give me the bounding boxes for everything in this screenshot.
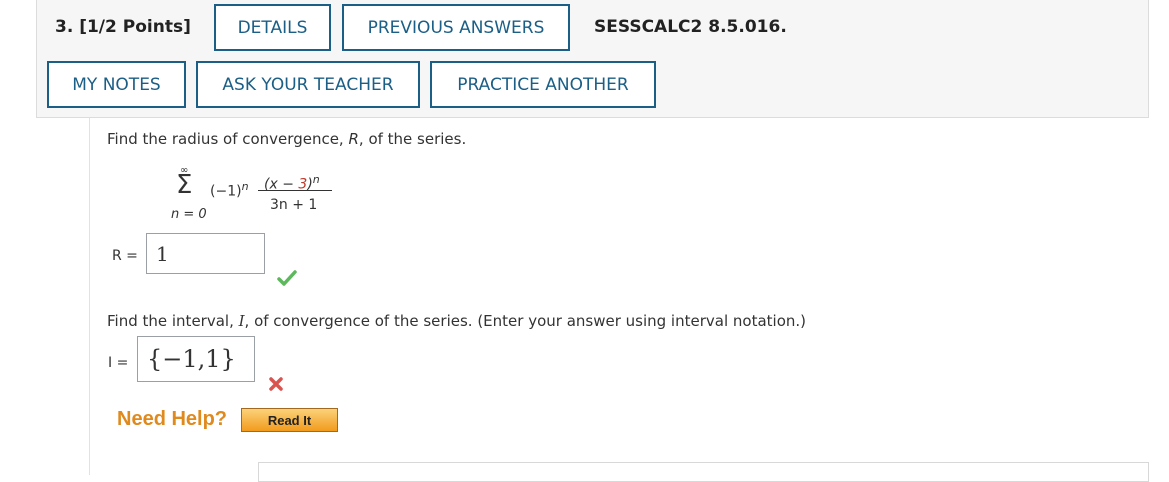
part2-prompt: Find the interval, I, of convergence of … [107,312,806,330]
problem-code: SESSCALC2 8.5.016. [594,17,787,37]
incorrect-x-icon [269,377,283,391]
series-factor: (−1)n [210,180,249,200]
interval-label: I = [108,355,129,371]
my-notes-button[interactable]: MY NOTES [47,61,186,108]
next-section-box [258,462,1149,482]
fraction-bar [258,190,332,191]
sigma-symbol: Σ [176,170,193,200]
radius-label: R = [112,248,138,264]
interval-answer-input[interactable]: {−1,1} [137,336,255,382]
need-help-label: Need Help? [117,408,228,430]
ask-your-teacher-button[interactable]: ASK YOUR TEACHER [196,61,420,108]
previous-answers-button[interactable]: PREVIOUS ANSWERS [342,4,570,51]
practice-another-button[interactable]: PRACTICE ANOTHER [430,61,656,108]
details-button[interactable]: DETAILS [214,4,331,51]
part1-prompt: Find the radius of convergence, R, of th… [107,130,467,148]
radius-answer-input[interactable]: 1 [146,233,265,274]
content-left-border [89,118,90,475]
read-it-button[interactable]: Read It [241,408,338,432]
correct-check-icon [277,270,297,286]
series-denominator: 3n + 1 [270,197,318,213]
sigma-lower-limit: n = 0 [171,207,207,222]
question-number: 3. [1/2 Points] [55,17,191,37]
